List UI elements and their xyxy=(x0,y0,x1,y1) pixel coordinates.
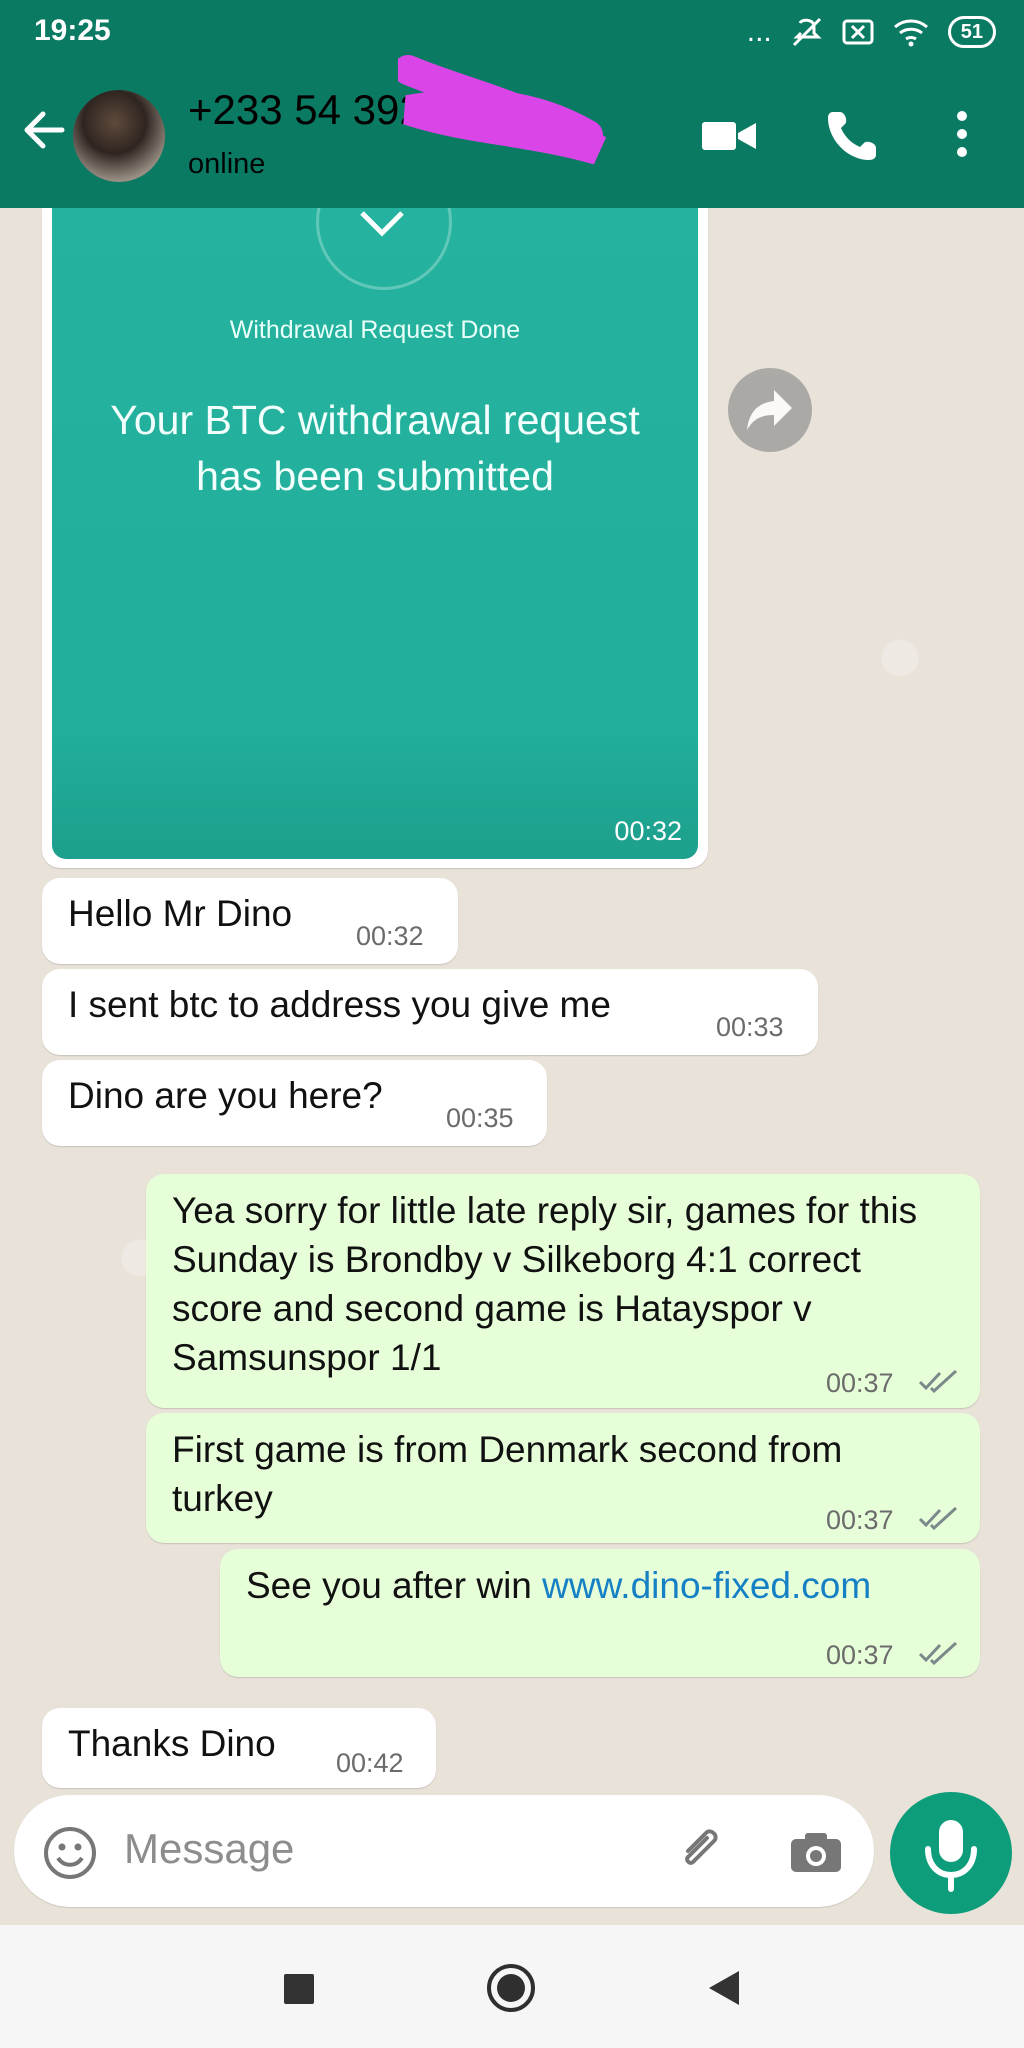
message-text: See you after win www.dino-fixed.com xyxy=(246,1561,956,1610)
outgoing-message[interactable]: See you after win www.dino-fixed.com 00:… xyxy=(220,1549,980,1677)
message-time: 00:33 xyxy=(716,1012,784,1042)
message-time: 00:35 xyxy=(446,1103,514,1133)
wifi-icon xyxy=(893,19,928,47)
incoming-message[interactable]: Hello Mr Dino 00:32 xyxy=(42,878,458,964)
sim-icon xyxy=(842,19,874,45)
message-time: 00:32 xyxy=(614,816,682,846)
voice-record-button[interactable] xyxy=(890,1792,1012,1914)
message-time: 00:42 xyxy=(336,1748,404,1778)
phone-icon[interactable] xyxy=(828,108,878,160)
recents-icon[interactable] xyxy=(284,1974,314,2004)
message-text: Dino are you here? xyxy=(68,1075,383,1116)
message-input[interactable]: Message xyxy=(124,1825,294,1873)
incoming-message[interactable]: Thanks Dino 00:42 xyxy=(42,1708,436,1788)
check-icon xyxy=(360,211,404,237)
message-text: Yea sorry for little late reply sir, gam… xyxy=(172,1190,918,1378)
message-time: 00:37 xyxy=(826,1368,894,1398)
message-composer[interactable]: Message xyxy=(14,1795,874,1907)
read-receipt-icon xyxy=(918,1506,958,1530)
withdrawal-message: Your BTC withdrawal request has been sub… xyxy=(110,397,640,499)
withdrawal-status-label: Withdrawal Request Done xyxy=(229,316,521,344)
message-text: Thanks Dino xyxy=(68,1723,276,1764)
redaction-mark xyxy=(398,55,607,165)
forward-button[interactable] xyxy=(728,368,812,452)
message-text: First game is from Denmark second from t… xyxy=(172,1429,843,1519)
message-time: 00:37 xyxy=(826,1640,894,1670)
incoming-message[interactable]: I sent btc to address you give me 00:33 xyxy=(42,969,818,1055)
outgoing-message[interactable]: Yea sorry for little late reply sir, gam… xyxy=(146,1174,980,1408)
message-text: Hello Mr Dino xyxy=(68,893,293,934)
message-text: I sent btc to address you give me xyxy=(68,984,611,1025)
status-time: 19:25 xyxy=(34,14,111,47)
mute-icon xyxy=(792,17,822,47)
message-link[interactable]: www.dino-fixed.com xyxy=(542,1565,871,1606)
outgoing-message[interactable]: First game is from Denmark second from t… xyxy=(146,1413,980,1543)
message-text-prefix: See you after win xyxy=(246,1565,532,1606)
message-time: 00:37 xyxy=(826,1505,894,1535)
emoji-icon[interactable] xyxy=(42,1825,98,1881)
microphone-icon xyxy=(925,1820,977,1892)
signal-dots: ... xyxy=(746,15,772,48)
camera-icon[interactable] xyxy=(788,1829,844,1875)
nav-back-icon[interactable] xyxy=(706,1968,742,2008)
incoming-message[interactable]: Dino are you here? 00:35 xyxy=(42,1060,547,1146)
read-receipt-icon xyxy=(918,1369,958,1393)
video-camera-icon[interactable] xyxy=(700,114,758,158)
withdrawal-image[interactable]: Withdrawal Request Done Your BTC withdra… xyxy=(52,208,698,859)
message-time: 00:32 xyxy=(356,921,424,951)
forward-icon xyxy=(747,390,792,430)
status-icons: ... 51 xyxy=(747,12,996,52)
chat-area[interactable]: Withdrawal Request Done Your BTC withdra… xyxy=(0,208,1024,1795)
read-receipt-icon xyxy=(918,1641,958,1665)
more-vert-icon[interactable] xyxy=(954,110,970,158)
image-message[interactable]: Withdrawal Request Done Your BTC withdra… xyxy=(42,208,708,868)
paperclip-icon[interactable] xyxy=(674,1823,728,1879)
back-arrow-icon[interactable] xyxy=(18,104,70,156)
avatar[interactable] xyxy=(73,90,165,182)
contact-status: online xyxy=(188,148,266,180)
home-icon[interactable] xyxy=(485,1962,537,2014)
battery-level: 51 xyxy=(947,16,996,48)
